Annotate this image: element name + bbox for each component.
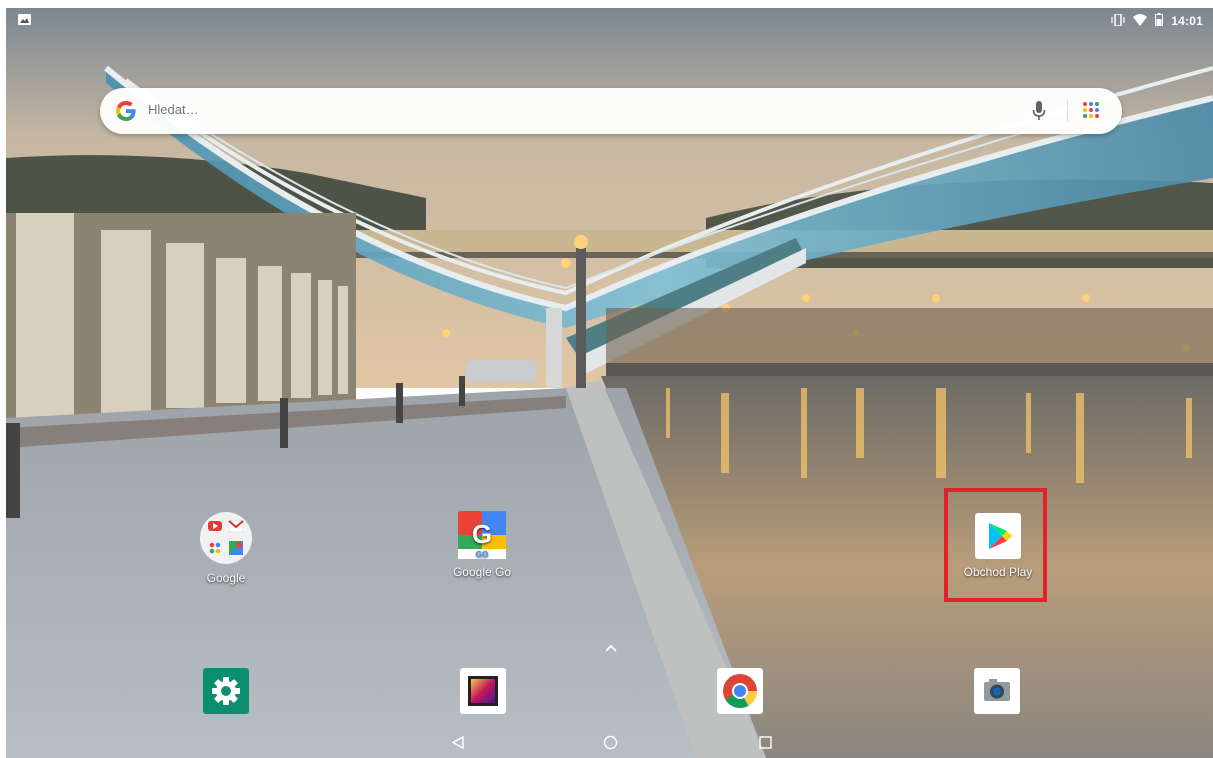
app-label: Google	[206, 571, 246, 585]
clock: 14:01	[1171, 14, 1203, 28]
search-input[interactable]	[148, 102, 948, 117]
vibrate-icon	[1111, 12, 1125, 29]
dock-app-settings[interactable]	[171, 668, 281, 714]
google-go-icon: G GO	[458, 511, 506, 559]
svg-text:G: G	[472, 519, 492, 549]
dock-app-gallery[interactable]	[428, 668, 538, 714]
gallery-icon	[460, 668, 506, 714]
status-bar: 14:01	[6, 8, 1213, 34]
settings-icon	[203, 668, 249, 714]
dock-app-camera[interactable]	[942, 668, 1052, 714]
chevron-up-icon[interactable]	[604, 640, 618, 658]
back-icon[interactable]	[451, 735, 464, 754]
home-screen: 14:01 Hledat… Google G GO Google Go Obch…	[6, 8, 1213, 758]
app-label: Google Go	[452, 565, 512, 579]
battery-icon	[1155, 13, 1164, 29]
apps-grid-icon[interactable]	[1082, 101, 1100, 124]
image-notification-icon	[18, 14, 31, 28]
google-g-icon	[116, 101, 136, 126]
google-folder-icon	[199, 511, 253, 565]
recents-icon[interactable]	[759, 736, 772, 754]
play-store-highlight-box	[944, 488, 1047, 602]
microphone-icon[interactable]	[1032, 100, 1046, 127]
dock-app-chrome[interactable]	[685, 668, 795, 714]
navigation-bar	[6, 728, 1213, 758]
chrome-icon	[717, 668, 763, 714]
google-search-bar[interactable]	[100, 88, 1122, 134]
wifi-icon	[1133, 13, 1148, 29]
app-google[interactable]: Google	[171, 511, 281, 585]
app-google-go[interactable]: G GO Google Go	[427, 511, 537, 579]
search-divider	[1067, 100, 1068, 122]
home-icon[interactable]	[603, 735, 618, 755]
svg-text:GO: GO	[476, 550, 488, 559]
camera-icon	[974, 668, 1020, 714]
